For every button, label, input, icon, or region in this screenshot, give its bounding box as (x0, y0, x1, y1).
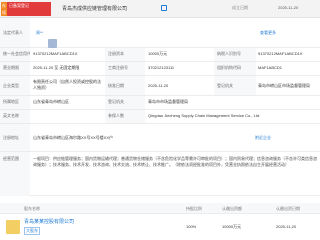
authority-label: 登记机关 (214, 76, 256, 95)
capital-label: 注册资本 (105, 48, 145, 61)
shareholder-tag: 大股东 (24, 227, 40, 235)
reg-no-label: 工商注册号 (105, 62, 145, 75)
approval-date-value: 2025-11-20 (148, 83, 169, 88)
sh-col-name: 股东名称 (24, 206, 40, 211)
registry-label: 登记机关 (105, 96, 145, 109)
info-row-2: 营业期限 2025-11-20 至 无固定期限 工商注册号 3702121231… (0, 62, 320, 76)
established-date-value: 2025-11-20 (278, 5, 299, 10)
insured-label: 参保人数 (105, 110, 145, 123)
sh-col-date: 认缴出资日期 (276, 206, 300, 211)
info-row-5: 英文名称 参保人数 Qingdao Jiecheng Supply Chain … (0, 110, 320, 124)
credit-code-value: 91370212MAF1ABCD1X (33, 51, 78, 56)
authority-value: 青岛市崂山区市场监督管理局 (258, 83, 310, 88)
shareholder-ratio: 100% (186, 224, 197, 229)
company-title: 青岛杰成供应链管理有限公司 (62, 6, 128, 12)
legal-rep-label: 法定代表人 (0, 18, 30, 47)
shareholder-amount: 10000万元 (222, 224, 242, 229)
company-type-value: 有限责任公司（自然人投资或控股的法人独资） (33, 79, 101, 90)
info-row-1: 统一社会信用代码 91370212MAF1ABCD1X 注册资本 10000万元… (0, 48, 320, 62)
taxpayer-id-label: 纳税人识别号 (214, 48, 256, 61)
info-row-3: 企业类型 有限责任公司（自然人投资或控股的法人独资） 核准日期 2025-11-… (0, 76, 320, 96)
legal-rep-more-link[interactable]: 查看更多 (260, 27, 276, 39)
shareholder-date: 2025-11-20 (276, 224, 297, 229)
table-row[interactable]: 青岛某某控股有限公司 大股东 100% 10000万元 2025-11-20 (0, 214, 320, 240)
region-value: 山东省青岛市崂山区 (33, 99, 69, 104)
company-type-label: 企业类型 (0, 76, 30, 95)
business-scope: 经营范围 一般项目：供应链管理服务；国内货物运输代理；普通货物仓储服务（不含危险… (0, 152, 320, 196)
info-row-6: 注册地址 山东省青岛市崂山区海尔路XX号XX号楼XX户 附近企业 (0, 124, 320, 152)
address-label: 注册地址 (0, 124, 30, 151)
english-name-value: Qingdao Jiecheng Supply Chain Management… (148, 113, 261, 118)
legal-rep-name[interactable]: 周** (36, 27, 43, 39)
address-value: 山东省青岛市崂山区海尔路XX号XX号楼XX户 (33, 135, 114, 140)
avatar (48, 39, 57, 48)
shareholders-header: 股东名称 持股比例 认缴出资额 认缴出资日期 (0, 203, 320, 214)
copy-icon[interactable] (161, 5, 167, 11)
info-row-4: 所属地区 山东省青岛市崂山区 登记机关 青岛市市场监督管理局 (0, 96, 320, 110)
shareholder-name[interactable]: 青岛某某控股有限公司 (24, 218, 74, 225)
registry-value: 青岛市市场监督管理局 (148, 99, 188, 104)
reg-no-value: 370212123111 (148, 65, 175, 70)
established-date-label: 成立日期 (232, 5, 248, 10)
company-logo-icon (6, 220, 20, 234)
approval-date-label: 核准日期 (105, 76, 145, 95)
header-bar: 存续 已备案登记 青岛杰成供应链管理有限公司 成立日期 2025-11-20 (0, 0, 320, 18)
business-scope-text: 一般项目：供应链管理服务；国内货物运输代理；普通货物仓储服务（不含危险化学品等需… (33, 156, 317, 167)
english-name-label: 英文名称 (0, 110, 30, 123)
region-label: 所属地区 (0, 96, 30, 109)
sh-col-amount: 认缴出资额 (222, 206, 242, 211)
org-code-label: 组织机构代码 (214, 62, 256, 75)
nearby-companies-link[interactable]: 附近企业 (255, 132, 271, 144)
credit-code-label: 统一社会信用代码 (0, 48, 30, 61)
term-label: 营业期限 (0, 62, 30, 75)
sh-col-ratio: 持股比例 (186, 206, 202, 211)
term-value: 2025-11-20 至 无固定期限 (33, 65, 80, 70)
org-code-value: MAF1ABCD1 (258, 65, 283, 70)
taxpayer-id-value: 91370212MAF1ABCD1X (258, 51, 303, 56)
record-badge: 已备案登记 (7, 2, 51, 16)
capital-value: 10000万元 (148, 51, 168, 56)
business-scope-label: 经营范围 (0, 152, 30, 196)
